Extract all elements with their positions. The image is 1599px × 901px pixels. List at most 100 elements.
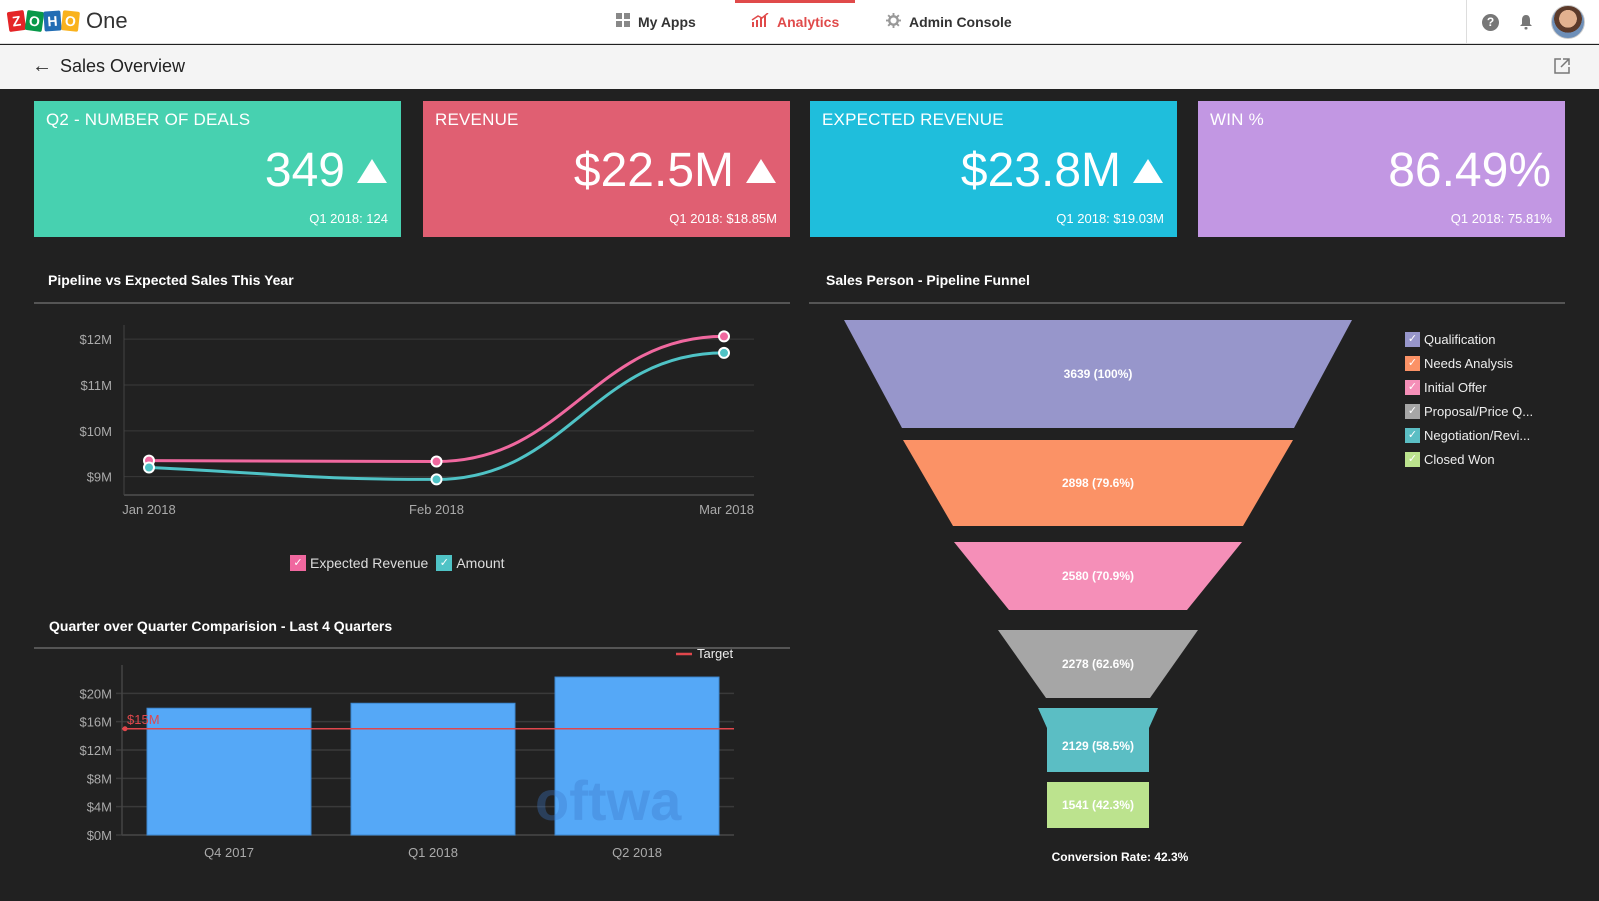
legend-item[interactable]: ✓ Qualification [1405,327,1533,351]
trend-up-icon [746,158,776,183]
help-icon[interactable]: ? [1482,13,1499,31]
legend-item[interactable]: ✓ Proposal/Price Q... [1405,399,1533,423]
main-nav: My Apps Analytics Admin Console [600,0,1030,44]
legend-label: Initial Offer [1424,379,1487,395]
kpi-previous: Q1 2018: $18.85M [669,211,777,226]
legend-label: Needs Analysis [1424,355,1513,371]
x-tick-label: Jan 2018 [122,502,176,517]
checkbox-checked-icon: ✓ [1405,403,1420,419]
y-tick-label: $8M [87,771,112,786]
nav-label: Admin Console [909,14,1012,30]
trend-up-icon [1133,158,1163,183]
data-point[interactable] [430,455,443,468]
data-point[interactable] [718,346,730,359]
funnel-segment-label: 2129 (58.5%) [1062,739,1134,753]
x-tick-label: Feb 2018 [409,502,464,517]
kpi-card-win-percent[interactable]: WIN % 86.49% Q1 2018: 75.81% [1198,101,1565,237]
legend-item[interactable]: ✓ Negotiation/Revi... [1405,423,1533,447]
legend-item[interactable]: ✓ Initial Offer [1405,375,1533,399]
nav-admin-console[interactable]: Admin Console [870,0,1030,44]
user-tools: ? [1466,0,1599,44]
user-avatar[interactable] [1551,5,1585,39]
logo-letter: Z [6,9,27,33]
y-tick-label: $4M [87,800,112,815]
kpi-card-deals[interactable]: Q2 - NUMBER OF DEALS 349 Q1 2018: 124 [34,101,401,237]
nav-label: My Apps [638,14,696,30]
nav-my-apps[interactable]: My Apps [600,0,720,44]
line-chart[interactable]: $9M $10M $11M $12M Jan 2018 Feb 2018 Mar 2018 [34,320,790,540]
y-tick-label: $9M [87,470,112,485]
bar[interactable] [146,707,312,836]
data-point[interactable] [143,461,155,474]
funnel-legend: ✓ Qualification ✓ Needs Analysis ✓ Initial Of… [1405,327,1541,471]
kpi-value: 349 [264,144,345,197]
funnel-chart[interactable]: 3639 (100%) 2898 (79.6%) 2580 (70.9%) 2278 … [840,320,1390,850]
kpi-value: 86.49% [1388,144,1551,197]
zoho-one-logo[interactable]: Z O H O One [6,8,128,34]
funnel-segment-label: 1541 (42.3%) [1062,798,1134,812]
external-link-icon[interactable] [1553,57,1571,80]
y-tick-label: $12M [79,743,112,758]
legend-target-label[interactable]: Target [697,646,734,661]
checkbox-checked-icon: ✓ [290,555,306,571]
checkbox-checked-icon: ✓ [1405,355,1420,371]
checkbox-checked-icon: ✓ [1405,331,1420,347]
bar-chart[interactable]: $0M $4M $8M $12M $16M $20M Q4 2017 Q1 2018 Q2 20… [34,646,790,880]
bar-chart-title: Quarter over Quarter Comparision - Last … [49,618,393,634]
kpi-label: Q2 - NUMBER OF DEALS [46,110,251,129]
kpi-label: REVENUE [435,110,519,129]
logo-suffix: One [86,8,128,33]
funnel-segment-label: 3639 (100%) [1064,367,1133,381]
legend-item[interactable]: ✓ Needs Analysis [1405,351,1533,375]
y-tick-label: $16M [79,715,112,730]
x-tick-label: Q1 2018 [408,845,458,860]
kpi-label: WIN % [1210,110,1264,129]
legend-item-expected-revenue[interactable]: ✓ Expected Revenue [290,555,428,571]
legend-label: Proposal/Price Q... [1424,403,1534,419]
checkbox-checked-icon: ✓ [1405,451,1420,467]
kpi-label: EXPECTED REVENUE [822,110,1004,129]
kpi-card-revenue[interactable]: REVENUE $22.5M Q1 2018: $18.85M [423,101,790,237]
checkbox-checked-icon: ✓ [1405,379,1420,395]
grid-icon [616,13,630,31]
x-tick-label: Q4 2017 [204,845,254,860]
legend-item-amount[interactable]: ✓ Amount [436,555,505,571]
gear-icon [886,12,901,32]
funnel-segment-label: 2278 (62.6%) [1062,657,1134,671]
checkbox-checked-icon: ✓ [436,555,453,571]
funnel-segment-label: 2898 (79.6%) [1062,476,1134,490]
legend-item[interactable]: ✓ Closed Won [1405,447,1533,471]
kpi-value: $23.8M [960,144,1121,197]
bar[interactable] [350,702,516,836]
top-bar: Z O H O One My Apps Analytics Admin Cons… [0,0,1599,44]
line-chart-legend: ✓ Expected Revenue ✓ Amount [290,555,513,571]
analytics-icon [751,12,769,31]
data-point[interactable] [718,330,730,343]
y-tick-label: $10M [79,424,112,439]
legend-label: Closed Won [1424,451,1495,467]
trend-up-icon [357,158,387,183]
back-arrow-icon[interactable]: ← [32,55,52,78]
target-marker [122,726,128,732]
panel-divider [34,302,790,304]
nav-analytics[interactable]: Analytics [735,0,855,44]
page-header: ← Sales Overview [0,45,1599,89]
page-title: Sales Overview [60,56,186,76]
x-tick-label: Mar 2018 [699,502,754,517]
panel-divider [34,647,790,649]
kpi-previous: Q1 2018: 124 [309,211,388,226]
nav-label: Analytics [777,14,840,30]
data-point[interactable] [430,473,443,486]
y-tick-label: $0M [87,828,112,843]
kpi-card-expected-revenue[interactable]: EXPECTED REVENUE $23.8M Q1 2018: $19.03M [810,101,1177,237]
bell-icon[interactable] [1519,14,1533,30]
logo-letter: H [43,10,62,32]
y-tick-label: $12M [79,332,112,347]
funnel-chart-title: Sales Person - Pipeline Funnel [826,272,1030,288]
bar[interactable] [554,676,720,836]
target-label: $15M [127,712,160,727]
legend-label: Amount [456,555,505,571]
legend-label: Negotiation/Revi... [1424,427,1531,443]
logo-letter: O [24,9,45,33]
series-line [148,334,725,464]
